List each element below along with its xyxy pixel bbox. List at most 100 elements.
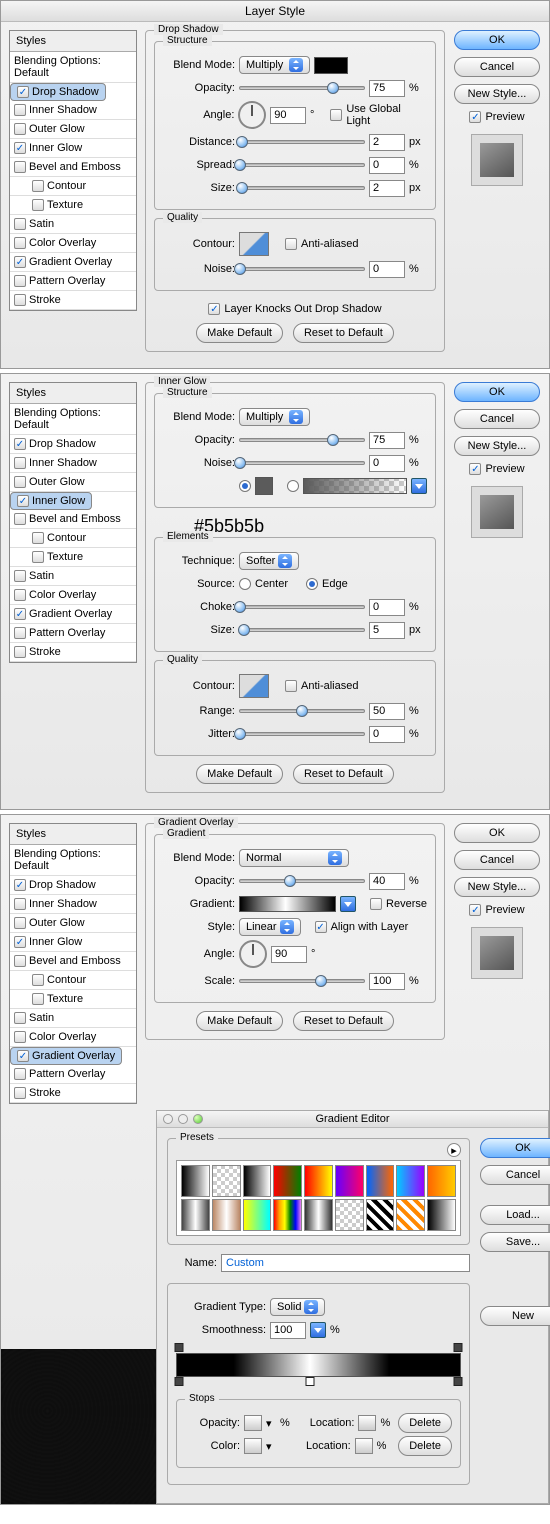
reset-default-button[interactable]: Reset to Default [293,323,394,343]
color-radio[interactable] [239,480,251,492]
save-button[interactable]: Save... [480,1232,550,1252]
style-checkbox[interactable] [14,237,26,249]
gradient-bar[interactable] [176,1353,461,1377]
style-checkbox[interactable] [32,180,44,192]
style-checkbox[interactable] [32,532,44,544]
style-checkbox[interactable] [14,955,26,967]
traffic-zoom-icon[interactable] [193,1114,203,1124]
cancel-button[interactable]: Cancel [454,57,540,77]
gradient-radio[interactable] [287,480,299,492]
presets-grid[interactable] [176,1160,461,1236]
style-checkbox[interactable] [14,438,26,450]
ok-button[interactable]: OK [454,30,540,50]
spread-slider[interactable] [239,163,365,167]
preset-swatch[interactable] [273,1199,302,1231]
size-slider[interactable] [239,628,365,632]
blend-mode-select[interactable]: Normal [239,849,349,867]
style-item-stroke[interactable]: Stroke [10,291,136,310]
style-checkbox[interactable] [32,974,44,986]
style-checkbox[interactable] [17,86,29,98]
smoothness-input[interactable]: 100 [270,1322,306,1339]
style-checkbox[interactable] [14,104,26,116]
make-default-button[interactable]: Make Default [196,1011,283,1031]
style-item-pattern-overlay[interactable]: Pattern Overlay [10,624,136,643]
opacity-input[interactable]: 40 [369,873,405,890]
reset-default-button[interactable]: Reset to Default [293,1011,394,1031]
style-item-satin[interactable]: Satin [10,1009,136,1028]
global-light-checkbox[interactable] [330,109,342,121]
gradient-type-select[interactable]: Solid [270,1298,325,1316]
style-checkbox[interactable] [14,627,26,639]
angle-input[interactable]: 90 [270,107,306,124]
gradient-picker[interactable] [303,478,407,494]
color-swatch[interactable] [255,477,273,495]
style-checkbox[interactable] [14,879,26,891]
style-checkbox[interactable] [14,608,26,620]
style-checkbox[interactable] [14,1068,26,1080]
new-button[interactable]: New [480,1306,550,1326]
color-stop[interactable] [454,1377,463,1386]
preset-swatch[interactable] [273,1165,302,1197]
style-item-gradient-overlay[interactable]: Gradient Overlay [10,253,136,272]
style-checkbox[interactable] [14,1012,26,1024]
edge-radio[interactable] [306,578,318,590]
style-checkbox[interactable] [14,917,26,929]
style-item-drop-shadow[interactable]: Drop Shadow [10,435,136,454]
preset-swatch[interactable] [427,1199,456,1231]
style-item-contour[interactable]: Contour [10,529,136,548]
style-checkbox[interactable] [14,936,26,948]
preset-swatch[interactable] [396,1199,425,1231]
style-checkbox[interactable] [17,495,29,507]
style-checkbox[interactable] [14,161,26,173]
preset-swatch[interactable] [181,1165,210,1197]
style-item-drop-shadow[interactable]: Drop Shadow [10,83,106,101]
dropdown-icon[interactable] [411,478,427,494]
style-item-inner-shadow[interactable]: Inner Shadow [10,454,136,473]
noise-input[interactable]: 0 [369,455,405,472]
size-slider[interactable] [239,186,365,190]
scale-slider[interactable] [239,979,365,983]
technique-select[interactable]: Softer [239,552,299,570]
color-swatch[interactable] [314,57,348,74]
opacity-slider[interactable] [239,879,365,883]
style-checkbox[interactable] [14,513,26,525]
dropdown-icon[interactable] [340,896,356,912]
style-checkbox[interactable] [14,142,26,154]
style-item-texture[interactable]: Texture [10,196,136,215]
preset-swatch[interactable] [335,1199,364,1231]
blend-mode-select[interactable]: Multiply [239,56,310,74]
style-item-outer-glow[interactable]: Outer Glow [10,473,136,492]
preview-checkbox[interactable] [469,463,481,475]
style-item-inner-shadow[interactable]: Inner Shadow [10,101,136,120]
style-item-color-overlay[interactable]: Color Overlay [10,586,136,605]
style-item-outer-glow[interactable]: Outer Glow [10,914,136,933]
noise-slider[interactable] [239,461,365,465]
style-item-bevel-and-emboss[interactable]: Bevel and Emboss [10,158,136,177]
style-item-pattern-overlay[interactable]: Pattern Overlay [10,1065,136,1084]
distance-input[interactable]: 2 [369,134,405,151]
style-checkbox[interactable] [14,457,26,469]
angle-dial[interactable] [239,940,267,968]
range-input[interactable]: 50 [369,703,405,720]
size-input[interactable]: 5 [369,622,405,639]
angle-dial[interactable] [238,101,266,129]
style-checkbox[interactable] [32,993,44,1005]
preset-swatch[interactable] [396,1165,425,1197]
name-input[interactable] [221,1254,470,1272]
style-checkbox[interactable] [14,1087,26,1099]
style-item-inner-glow[interactable]: Inner Glow [10,139,136,158]
style-item-inner-shadow[interactable]: Inner Shadow [10,895,136,914]
blending-options-row[interactable]: Blending Options: Default [10,52,136,83]
preset-swatch[interactable] [304,1199,333,1231]
spread-input[interactable]: 0 [369,157,405,174]
noise-input[interactable]: 0 [369,261,405,278]
style-checkbox[interactable] [14,294,26,306]
style-checkbox[interactable] [14,256,26,268]
reset-default-button[interactable]: Reset to Default [293,764,394,784]
new-style-button[interactable]: New Style... [454,436,540,456]
blend-mode-select[interactable]: Multiply [239,408,310,426]
style-checkbox[interactable] [14,476,26,488]
preset-swatch[interactable] [335,1165,364,1197]
style-item-outer-glow[interactable]: Outer Glow [10,120,136,139]
load-button[interactable]: Load... [480,1205,550,1225]
